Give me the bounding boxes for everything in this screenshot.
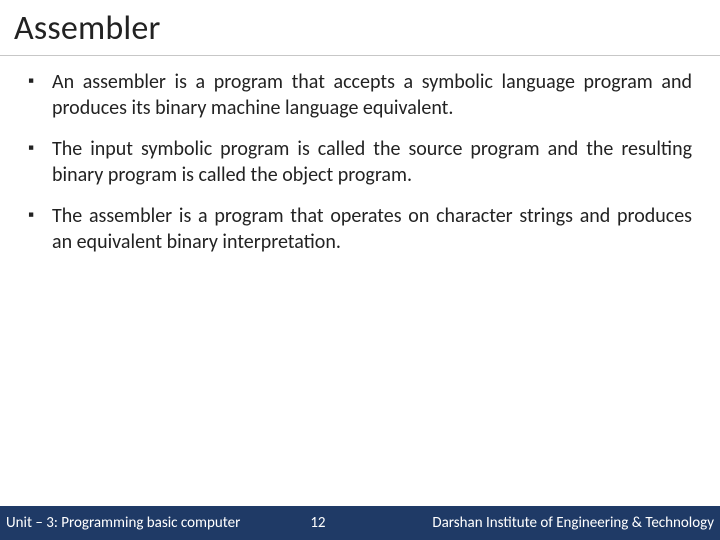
footer-institute: Darshan Institute of Engineering & Techn… <box>326 514 714 532</box>
list-item: The assembler is a program that operates… <box>28 204 692 255</box>
footer-page-number: 12 <box>310 514 325 532</box>
slide-title: Assembler <box>0 0 720 56</box>
slide-footer: Unit – 3: Programming basic computer 12 … <box>0 506 720 540</box>
bullet-list: An assembler is a program that accepts a… <box>28 70 692 256</box>
slide: Assembler An assembler is a program that… <box>0 0 720 540</box>
list-item: An assembler is a program that accepts a… <box>28 70 692 121</box>
list-item: The input symbolic program is called the… <box>28 137 692 188</box>
footer-unit: Unit – 3: Programming basic computer <box>6 514 240 532</box>
slide-content: An assembler is a program that accepts a… <box>0 56 720 540</box>
